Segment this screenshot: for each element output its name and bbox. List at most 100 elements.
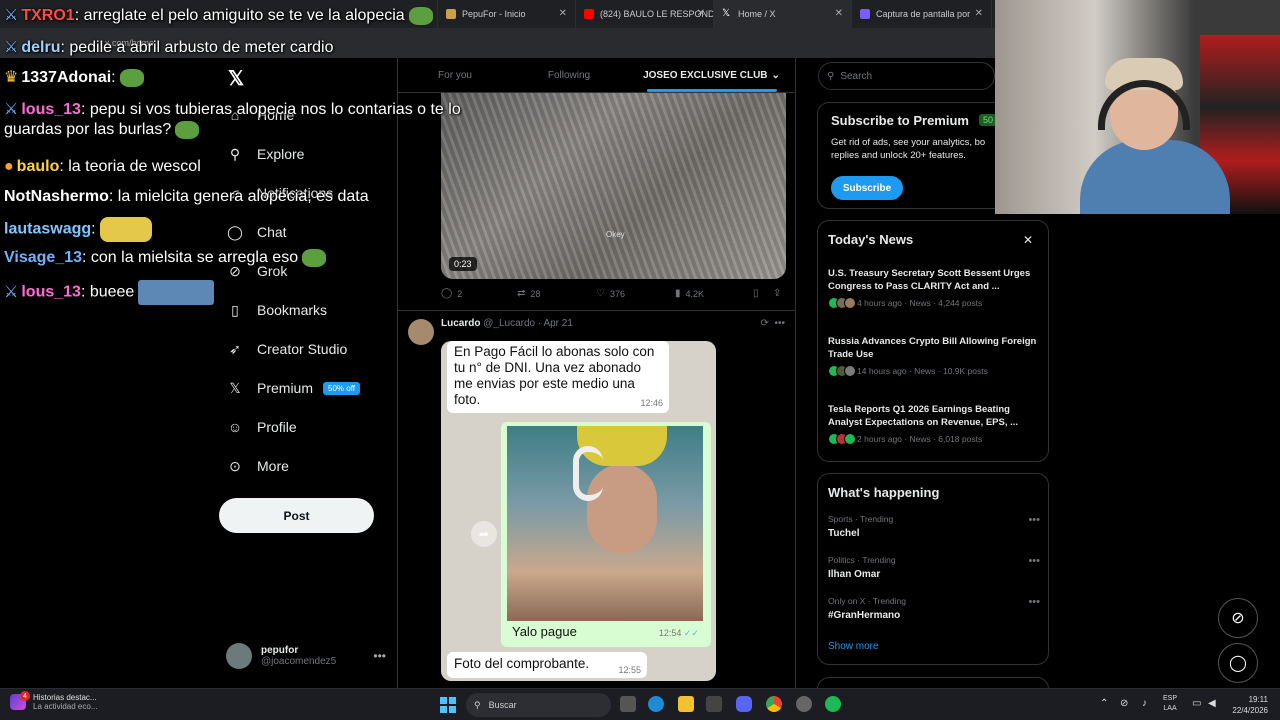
trend-category: Only on X · Trending (828, 596, 906, 606)
share-icon: ⇪ (773, 288, 782, 299)
chat-text: : (111, 69, 116, 86)
search-input[interactable]: ⚲ Search (818, 62, 995, 90)
tweet-author-name[interactable]: Lucardo (441, 318, 480, 329)
x-icon: 𝕏 (722, 8, 731, 19)
sword-icon: ⚔ (4, 39, 19, 56)
sword-icon: ⚔ (4, 283, 19, 301)
spotify-icon[interactable] (825, 696, 841, 712)
chat-message: Visage_13: con la mielsita se arregla es… (4, 248, 327, 268)
chat-text: : (91, 220, 96, 238)
notification-count: 4 (20, 691, 30, 701)
views-button[interactable]: ▮ 4.2K (675, 288, 704, 299)
person-icon: ☺ (227, 419, 243, 435)
chat-message: ⚔ delru: pedile a abril arbusto de meter … (4, 38, 334, 58)
chat-time: 12:54 ✓✓ (659, 628, 699, 639)
sidebar-item-premium[interactable]: 𝕏 Premium 50% off (226, 374, 360, 402)
show-more-link[interactable]: Show more (828, 641, 879, 652)
close-icon[interactable]: ✕ (559, 8, 567, 19)
microphone-icon[interactable]: ♪ (1142, 698, 1147, 709)
obs-icon[interactable] (796, 696, 812, 712)
more-icon[interactable]: ••• (373, 649, 386, 663)
chevron-up-icon[interactable]: ⌃ (1100, 698, 1108, 709)
chat-message: ⚔ TXRO1: arreglate el pelo amiguito se te… (4, 6, 433, 26)
tab-captura[interactable]: Captura de pantalla por ✕ (852, 0, 992, 28)
like-button[interactable]: ♡ 376 (596, 288, 625, 299)
file-explorer-icon[interactable] (678, 696, 694, 712)
double-check-icon: ✓✓ (683, 628, 699, 638)
chrome-icon[interactable] (766, 696, 782, 712)
chat-user: lous_13 (21, 101, 81, 118)
close-icon[interactable]: ✕ (1023, 233, 1033, 247)
share-button[interactable]: ⇪ (773, 288, 786, 299)
task-view-icon[interactable] (620, 696, 636, 712)
tweet-image[interactable]: En Pago Fácil lo abonas solo con tu n° d… (441, 341, 716, 681)
windows-start-icon[interactable] (440, 697, 456, 713)
edge-icon[interactable] (648, 696, 664, 712)
subscribe-button[interactable]: Subscribe (831, 176, 903, 200)
emote (138, 280, 215, 305)
tab-youtube[interactable]: (824) BAULO LE RESPONDE ✕ (576, 0, 714, 28)
timeline-tabs: For you Following JOSEO EXCLUSIVE CLUB ⌄ (398, 58, 795, 93)
chat-user: NotNashermo (4, 188, 109, 205)
chat-text: Foto del comprobante. (454, 656, 590, 671)
bookmark-button[interactable]: ▯ (753, 288, 764, 299)
avatars (828, 297, 856, 309)
avatar[interactable] (408, 319, 434, 345)
tweet-date[interactable]: Apr 21 (543, 318, 572, 329)
lang-code: ESP (1163, 695, 1178, 702)
trend-name: Tuchel (828, 528, 860, 539)
tab-label: Captura de pantalla por (876, 9, 971, 19)
taskbar-search[interactable]: ⚲ Buscar (466, 693, 611, 717)
user-name: pepufor (261, 645, 299, 656)
more-icon[interactable]: ••• (1028, 514, 1040, 526)
clock-time: 19:11 (1248, 695, 1268, 704)
chat-time: 12:55 (618, 665, 641, 675)
more-icon[interactable]: ••• (774, 318, 785, 329)
chat-message: ♛ 1337Adonai: (4, 68, 144, 88)
clock[interactable]: 19:11 22/4/2026 (1232, 694, 1268, 716)
news-widget[interactable]: 4 Historias destac... La actividad eco... (10, 691, 97, 711)
sidebar-item-label: Creator Studio (257, 341, 348, 357)
close-icon[interactable]: ✕ (835, 8, 843, 19)
tab-for-you[interactable]: For you (398, 58, 512, 92)
tweet-actions: ◯ 2 ⇄ 28 ♡ 376 ▮ 4.2K ▯ ⇪ (441, 288, 786, 304)
news-item[interactable]: Tesla Reports Q1 2026 Earnings Beating A… (828, 403, 1040, 445)
close-icon[interactable]: ✕ (697, 8, 705, 19)
sidebar-item-creator-studio[interactable]: ➶ Creator Studio (226, 335, 347, 363)
language-indicator[interactable]: ESP LAA (1163, 694, 1177, 714)
chat-icon[interactable]: ◯ (1218, 643, 1258, 683)
avatars (828, 433, 856, 445)
chat-text: : la teoria de wescol (59, 158, 201, 175)
tweet-author-handle[interactable]: @_Lucardo (483, 318, 535, 329)
news-item[interactable]: U.S. Treasury Secretary Scott Bessent Ur… (828, 267, 1040, 309)
trend-item[interactable]: Sports · Trending Tuchel ••• (828, 514, 1040, 539)
tab-joseo-exclusive-club[interactable]: JOSEO EXCLUSIVE CLUB ⌄ (626, 58, 795, 92)
repost-button[interactable]: ⇄ 28 (517, 288, 540, 299)
store-icon[interactable] (706, 696, 722, 712)
volume-icon[interactable]: ◀ (1208, 698, 1216, 709)
repost-icon: ⇄ (517, 288, 526, 299)
widget-title: Historias destac... (33, 693, 97, 702)
account-switcher[interactable]: pepufor @joacomendez5 ••• (226, 643, 386, 669)
grok-icon[interactable]: ⟳ (761, 318, 769, 329)
video-player[interactable]: Okey 0:23 (441, 93, 786, 279)
lang-layout: LAA (1163, 705, 1177, 712)
post-button[interactable]: Post (219, 498, 374, 533)
clock-date: 22/4/2026 (1232, 706, 1268, 715)
more-icon[interactable]: ••• (1028, 555, 1040, 567)
tab-home-x[interactable]: 𝕏 Home / X ✕ (714, 0, 852, 28)
sidebar-item-more[interactable]: ⊙ More (226, 452, 289, 480)
close-icon[interactable]: ✕ (975, 8, 983, 19)
chat-text: : arreglate el pelo amiguito se te ve la… (74, 7, 405, 24)
network-icon[interactable]: ⊘ (1120, 698, 1128, 709)
display-icon[interactable]: ▭ (1192, 698, 1201, 709)
more-icon[interactable]: ••• (1028, 596, 1040, 608)
tab-following[interactable]: Following (512, 58, 626, 92)
sidebar-item-profile[interactable]: ☺ Profile (226, 413, 297, 441)
discord-icon[interactable] (736, 696, 752, 712)
trend-item[interactable]: Politics · Trending Ilhan Omar ••• (828, 555, 1040, 580)
trend-item[interactable]: Only on X · Trending #GranHermano ••• (828, 596, 1040, 621)
news-title: Tesla Reports Q1 2026 Earnings Beating A… (828, 404, 1019, 428)
news-item[interactable]: Russia Advances Crypto Bill Allowing For… (828, 335, 1040, 377)
grok-icon[interactable]: ⊘ (1218, 598, 1258, 638)
